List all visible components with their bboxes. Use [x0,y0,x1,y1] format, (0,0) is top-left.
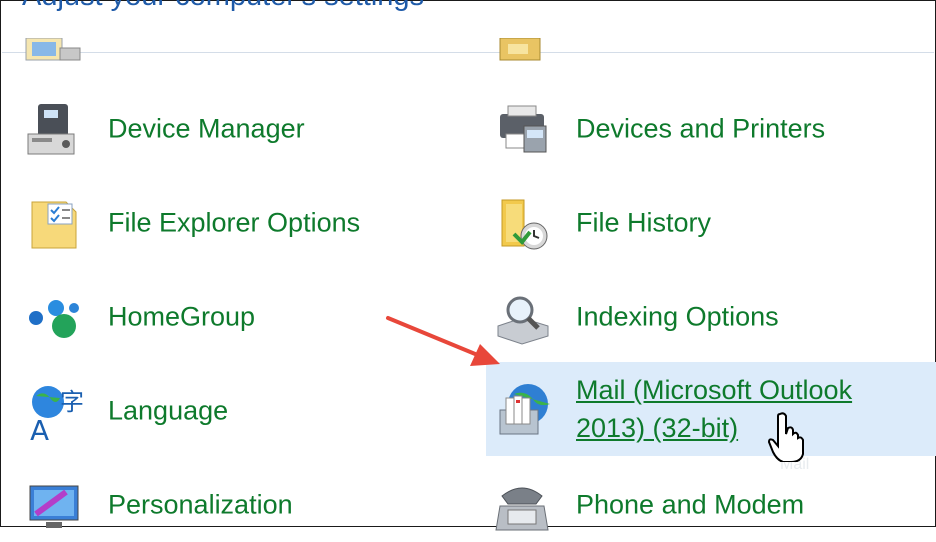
item-label: File History [576,207,712,238]
partial-item-icon [25,38,81,61]
item-label: Phone and Modem [576,489,805,520]
mail-icon [494,380,552,438]
partial-item-icon-2 [499,38,541,61]
item-label: Device Manager [108,113,305,144]
file-history-icon [494,194,552,252]
phone-icon [494,476,552,534]
item-file-history[interactable]: File History [494,186,914,260]
item-homegroup[interactable]: HomeGroup [26,280,426,354]
item-label: Language [108,395,229,426]
svg-text:字: 字 [60,388,84,416]
item-indexing-options[interactable]: Indexing Options [494,280,914,354]
item-file-explorer-options[interactable]: File Explorer Options [26,186,446,260]
device-manager-icon [26,100,84,158]
item-personalization[interactable]: Personalization [26,468,426,542]
item-device-manager[interactable]: Device Manager [26,92,426,166]
page-title: Adjust your computer's settings [22,0,424,13]
language-icon: 字A [26,382,84,440]
item-label: Devices and Printers [576,113,826,144]
item-label: Indexing Options [576,301,779,332]
hand-cursor-icon [768,412,804,462]
homegroup-icon [26,288,84,346]
item-devices-and-printers[interactable]: Devices and Printers [494,92,914,166]
indexing-options-icon [494,288,552,346]
svg-text:A: A [30,414,49,440]
item-phone-and-modem[interactable]: Phone and Modem [494,468,914,542]
item-label: HomeGroup [108,301,256,332]
item-label: Mail (Microsoft Outlook 2013) (32-bit) [576,375,853,443]
header-divider [2,52,934,53]
item-label: File Explorer Options [108,207,361,238]
item-language[interactable]: 字A Language [26,374,426,448]
item-mail-outlook[interactable]: Mail (Microsoft Outlook 2013) (32-bit) [486,362,936,456]
personalization-icon [26,476,84,534]
file-explorer-options-icon [26,194,84,252]
item-label: Personalization [108,489,293,520]
printer-icon [494,100,552,158]
